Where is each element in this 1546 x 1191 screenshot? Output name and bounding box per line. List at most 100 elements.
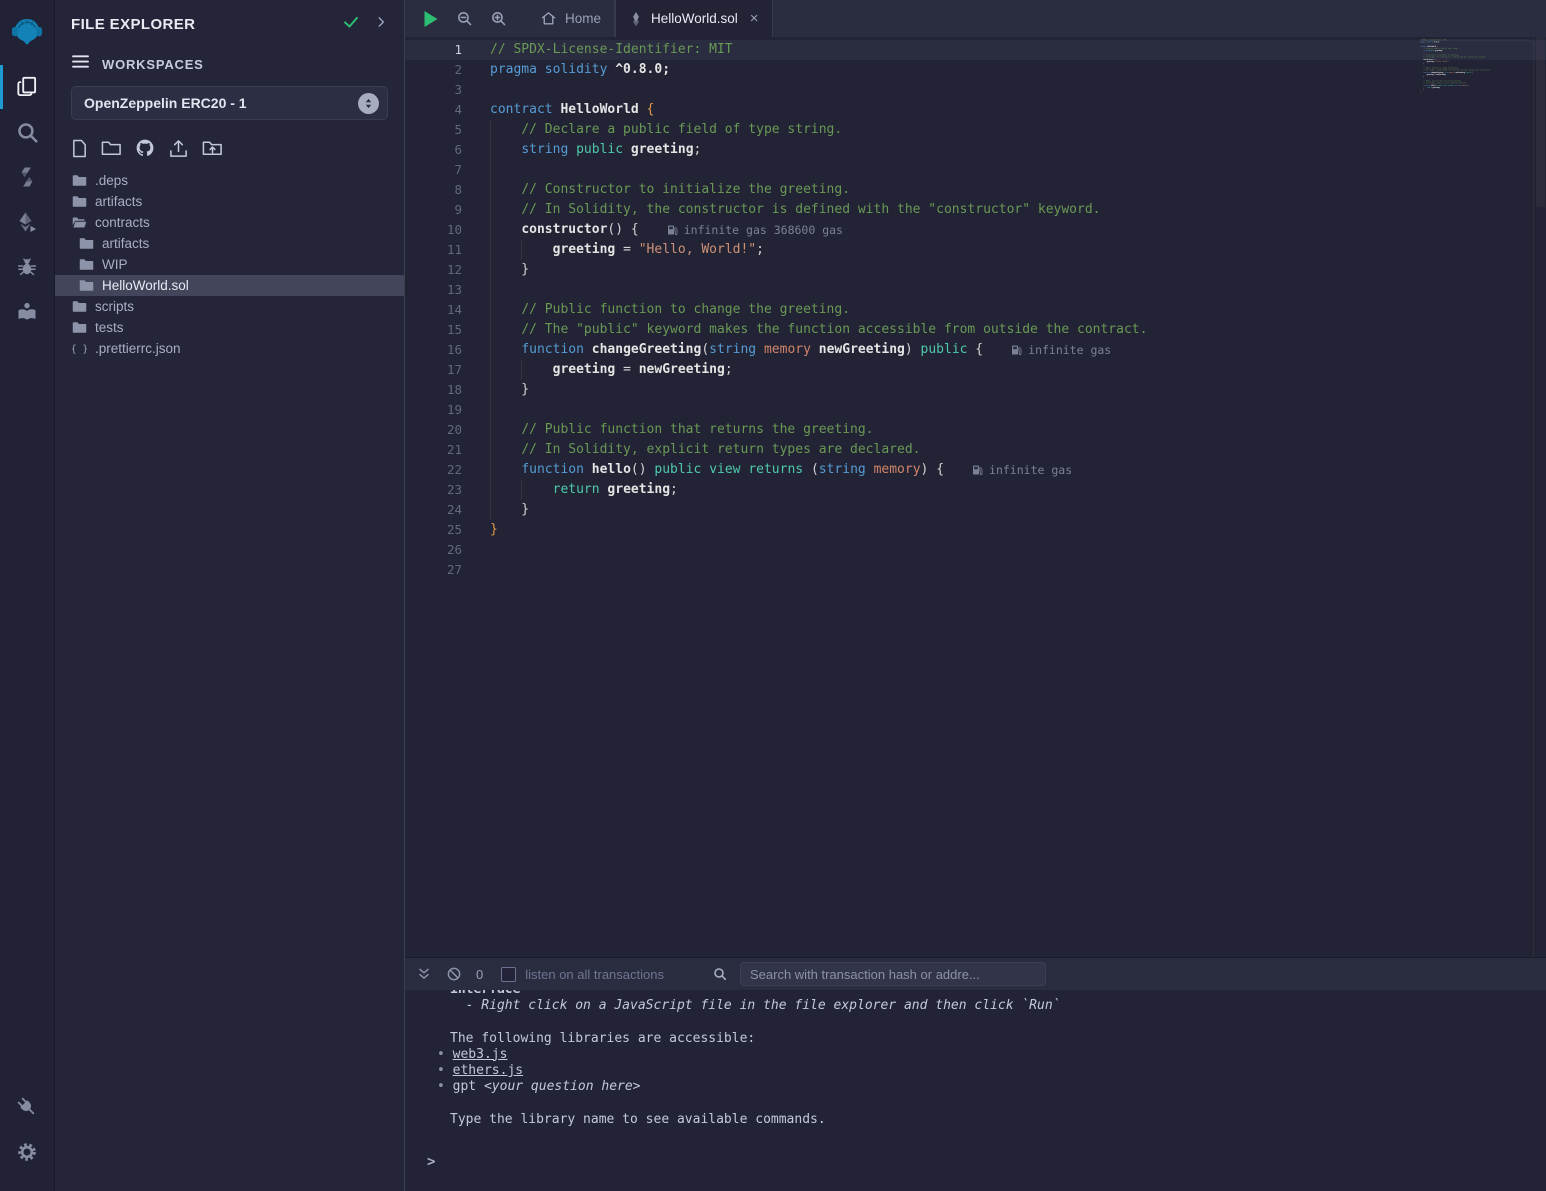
code-line[interactable]: 18 } bbox=[405, 380, 1546, 400]
tree-item-artifacts[interactable]: artifacts bbox=[55, 233, 404, 254]
tree-item-wip[interactable]: WIP bbox=[55, 254, 404, 275]
code-line[interactable]: 1// SPDX-License-Identifier: MIT bbox=[405, 40, 1546, 60]
code-line[interactable]: 26 bbox=[405, 540, 1546, 560]
code-line[interactable]: 9 // In Solidity, the constructor is def… bbox=[405, 200, 1546, 220]
debugger-icon[interactable] bbox=[7, 247, 47, 287]
terminal-search-input[interactable] bbox=[740, 962, 1046, 986]
code-line[interactable]: 15 // The "public" keyword makes the fun… bbox=[405, 320, 1546, 340]
line-number: 4 bbox=[405, 100, 462, 120]
editor-actions bbox=[405, 0, 527, 37]
tab-close-icon[interactable]: × bbox=[750, 10, 759, 27]
tree-item-helloworld-sol[interactable]: HelloWorld.sol bbox=[55, 275, 404, 296]
code-line[interactable]: 2pragma solidity ^0.8.0; bbox=[405, 60, 1546, 80]
code-line[interactable]: 16 function changeGreeting(string memory… bbox=[405, 340, 1546, 360]
line-number: 23 bbox=[405, 480, 462, 500]
code-line[interactable]: 10 constructor() {infinite gas 368600 ga… bbox=[405, 220, 1546, 240]
solidity-icon bbox=[79, 279, 94, 292]
code-line[interactable]: 14 // Public function to change the gree… bbox=[405, 300, 1546, 320]
remix-logo[interactable] bbox=[7, 13, 47, 53]
editor-scrollbar-thumb[interactable] bbox=[1536, 37, 1545, 207]
code-line[interactable]: 4contract HelloWorld { bbox=[405, 100, 1546, 120]
new-file-icon[interactable] bbox=[71, 139, 88, 158]
clear-console-icon[interactable] bbox=[446, 966, 462, 982]
solidity-compiler-icon[interactable] bbox=[7, 157, 47, 197]
settings-icon[interactable] bbox=[7, 1132, 47, 1172]
code-line[interactable]: 7 bbox=[405, 160, 1546, 180]
code-line[interactable]: 19 bbox=[405, 400, 1546, 420]
code-line-content: // Public function that returns the gree… bbox=[490, 420, 874, 440]
transaction-count: 0 bbox=[476, 967, 483, 982]
tree-item-tests[interactable]: tests bbox=[55, 317, 404, 338]
folder-icon bbox=[79, 258, 94, 271]
tab-helloworld-sol[interactable]: HelloWorld.sol× bbox=[615, 0, 773, 37]
activity-bar bbox=[0, 0, 55, 1191]
indent-guide bbox=[490, 400, 491, 420]
editor-scrollbar[interactable] bbox=[1533, 37, 1546, 957]
listen-transactions-checkbox[interactable] bbox=[501, 967, 516, 982]
indent-guide bbox=[490, 240, 491, 260]
activity-bar-bottom bbox=[7, 1082, 47, 1177]
check-icon[interactable] bbox=[342, 13, 360, 36]
workspaces-menu-icon[interactable] bbox=[71, 54, 90, 74]
code-editor[interactable]: 1// SPDX-License-Identifier: MIT2pragma … bbox=[405, 37, 1546, 957]
indent-guide bbox=[490, 180, 491, 200]
tree-item-contracts[interactable]: contracts bbox=[55, 212, 404, 233]
minimap[interactable]: 1// SPDX-License-Identifier: MIT2pragma … bbox=[1420, 39, 1532, 957]
code-line[interactable]: 6 string public greeting; bbox=[405, 140, 1546, 160]
code-line[interactable]: 23 return greeting; bbox=[405, 480, 1546, 500]
plugin-manager-icon[interactable] bbox=[7, 1087, 47, 1127]
terminal-prompt[interactable]: > bbox=[417, 1154, 1546, 1170]
terminal-link[interactable]: web3.js bbox=[453, 1047, 508, 1062]
workspace-select[interactable]: OpenZeppelin ERC20 - 1 bbox=[71, 86, 388, 120]
listen-transactions-label: listen on all transactions bbox=[525, 967, 664, 982]
code-line[interactable]: 25} bbox=[405, 520, 1546, 540]
code-line[interactable]: 12 } bbox=[405, 260, 1546, 280]
workspace-select-toggle-icon[interactable] bbox=[358, 93, 379, 114]
folder-icon bbox=[72, 174, 87, 187]
github-icon[interactable] bbox=[135, 138, 155, 158]
indent-guide bbox=[490, 460, 491, 480]
search-icon bbox=[712, 966, 728, 982]
terminal-line bbox=[450, 1014, 1546, 1030]
deploy-run-icon[interactable] bbox=[7, 202, 47, 242]
zoom-in-icon[interactable] bbox=[490, 10, 507, 27]
line-number: 27 bbox=[405, 560, 462, 580]
code-line[interactable]: 20 // Public function that returns the g… bbox=[405, 420, 1546, 440]
code-line[interactable]: 21 // In Solidity, explicit return types… bbox=[405, 440, 1546, 460]
panel-header: FILE EXPLORER bbox=[55, 0, 404, 42]
code-line[interactable]: 11 greeting = "Hello, World!"; bbox=[405, 240, 1546, 260]
fuel-icon bbox=[667, 224, 678, 236]
learneth-icon[interactable] bbox=[7, 292, 47, 332]
folder-icon bbox=[72, 321, 87, 334]
code-line[interactable]: 24 } bbox=[405, 500, 1546, 520]
run-script-icon[interactable] bbox=[423, 10, 439, 28]
chevron-right-icon[interactable] bbox=[374, 15, 388, 34]
code-line[interactable]: 27 bbox=[405, 560, 1546, 580]
code-line-content: // In Solidity, the constructor is defin… bbox=[490, 200, 1101, 220]
code-line[interactable]: 8 // Constructor to initialize the greet… bbox=[405, 180, 1546, 200]
terminal-link[interactable]: ethers.js bbox=[453, 1063, 523, 1078]
code-line[interactable]: 13 bbox=[405, 280, 1546, 300]
search-icon[interactable] bbox=[7, 112, 47, 152]
code-line-content: // Declare a public field of type string… bbox=[490, 120, 842, 140]
upload-folder-icon[interactable] bbox=[202, 139, 223, 157]
tree-item-artifacts[interactable]: artifacts bbox=[55, 191, 404, 212]
line-number: 1 bbox=[405, 40, 462, 60]
tab-home[interactable]: Home bbox=[527, 0, 615, 37]
line-number: 16 bbox=[405, 340, 462, 360]
upload-file-icon[interactable] bbox=[168, 139, 189, 158]
code-line[interactable]: 5 // Declare a public field of type stri… bbox=[405, 120, 1546, 140]
code-line-content: // In Solidity, explicit return types ar… bbox=[490, 440, 920, 460]
file-explorer-icon[interactable] bbox=[7, 67, 47, 107]
folder-icon bbox=[72, 300, 87, 313]
code-line[interactable]: 3 bbox=[405, 80, 1546, 100]
terminal[interactable]: interface - Right click on a JavaScript … bbox=[405, 990, 1546, 1191]
zoom-out-icon[interactable] bbox=[456, 10, 473, 27]
new-folder-icon[interactable] bbox=[101, 139, 122, 157]
code-line[interactable]: 22 function hello() public view returns … bbox=[405, 460, 1546, 480]
double-chevron-down-icon[interactable] bbox=[417, 967, 431, 981]
tree-item--deps[interactable]: .deps bbox=[55, 170, 404, 191]
tree-item-scripts[interactable]: scripts bbox=[55, 296, 404, 317]
tree-item--prettierrc-json[interactable]: { }.prettierrc.json bbox=[55, 338, 404, 359]
code-line[interactable]: 17 greeting = newGreeting; bbox=[405, 360, 1546, 380]
